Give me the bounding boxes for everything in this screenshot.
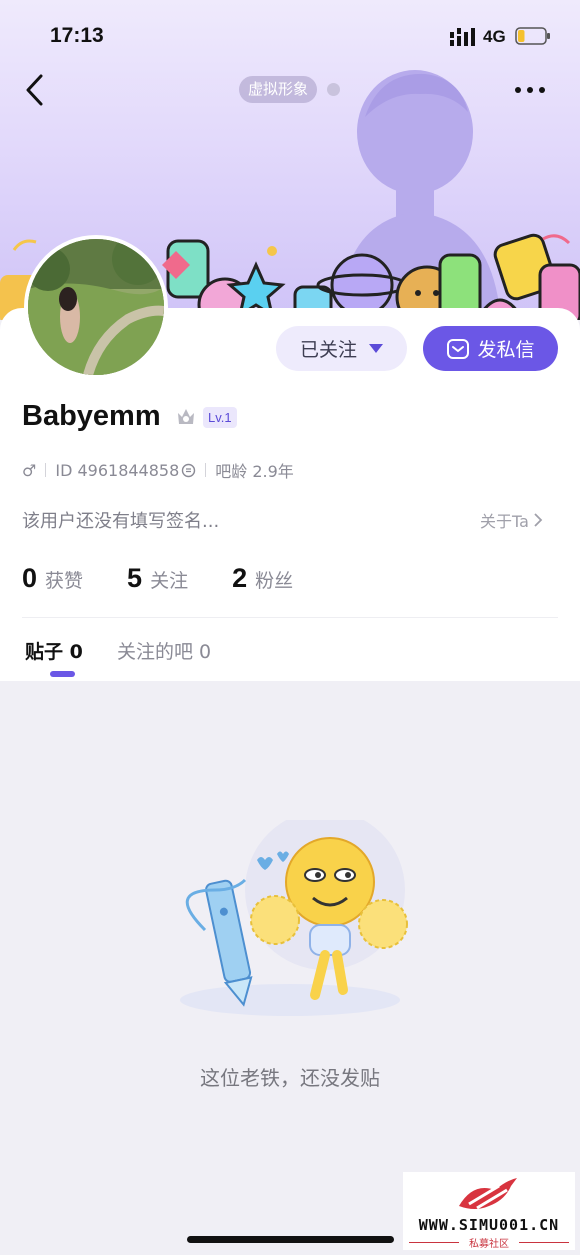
active-tab-indicator <box>50 671 75 677</box>
private-message-label: 发私信 <box>477 339 535 361</box>
tab-posts[interactable]: 贴子 0 <box>25 637 83 664</box>
user-signature: 该用户还没有填写签名... <box>22 511 220 532</box>
tab-followed-bars[interactable]: 关注的吧 0 <box>117 637 211 664</box>
private-message-button[interactable]: 发私信 <box>423 326 558 371</box>
separator <box>45 463 47 477</box>
level-badge: Lv.1 <box>203 407 237 428</box>
crown-icon <box>178 409 194 424</box>
signal-icon <box>450 28 475 46</box>
caret-down-icon <box>369 344 383 353</box>
back-arrow-icon[interactable] <box>20 72 52 108</box>
forum-age: 吧龄 2.9年 <box>215 462 294 481</box>
about-link[interactable]: 关于Ta <box>480 508 543 532</box>
virtual-avatar-chip[interactable]: 虚拟形象 <box>239 76 318 103</box>
stat-following[interactable]: 5 关注 <box>127 563 188 594</box>
separator <box>205 463 207 477</box>
empty-state-illustration <box>180 820 408 1016</box>
watermark: WWW.SIMU001.CN 私募社区 <box>403 1172 575 1250</box>
stat-fans[interactable]: 2 粉丝 <box>232 563 293 594</box>
status-time: 17:13 <box>50 24 104 47</box>
watermark-logo <box>459 1178 517 1210</box>
stat-label: 获赞 <box>45 570 84 592</box>
username: Babyemm <box>22 400 161 432</box>
user-id: ID 4961844858 <box>55 460 180 480</box>
stats-row: 0 获赞 5 关注 2 粉丝 <box>22 563 337 595</box>
stat-value: 5 <box>127 563 143 593</box>
chevron-right-icon <box>534 513 543 527</box>
home-indicator <box>187 1236 394 1243</box>
chip-dot <box>327 83 340 96</box>
stat-likes[interactable]: 0 获赞 <box>22 563 83 594</box>
stat-label: 关注 <box>150 570 189 592</box>
profile-meta-row: ♂ ID 4961844858 吧龄 2.9年 <box>22 458 294 482</box>
stat-label: 粉丝 <box>255 570 294 592</box>
avatar-photo <box>28 239 164 375</box>
watermark-line <box>519 1242 569 1243</box>
status-bar: 17:13 4G <box>0 0 580 70</box>
stat-value: 0 <box>22 563 38 593</box>
following-button[interactable]: 已关注 <box>276 326 407 371</box>
envelope-icon <box>447 338 470 359</box>
copy-icon[interactable] <box>181 463 196 478</box>
empty-state-message: 这位老铁，还没发贴 <box>200 1066 380 1090</box>
battery-icon <box>515 27 550 45</box>
watermark-url: WWW.SIMU001.CN <box>418 1216 560 1234</box>
stat-value: 2 <box>232 563 248 593</box>
more-dots-icon[interactable] <box>512 80 548 100</box>
about-label: 关于Ta <box>480 512 529 531</box>
network-type: 4G <box>483 27 506 46</box>
gender-icon: ♂ <box>22 460 37 480</box>
avatar[interactable] <box>24 235 168 379</box>
divider <box>22 617 558 618</box>
following-label: 已关注 <box>299 339 357 361</box>
